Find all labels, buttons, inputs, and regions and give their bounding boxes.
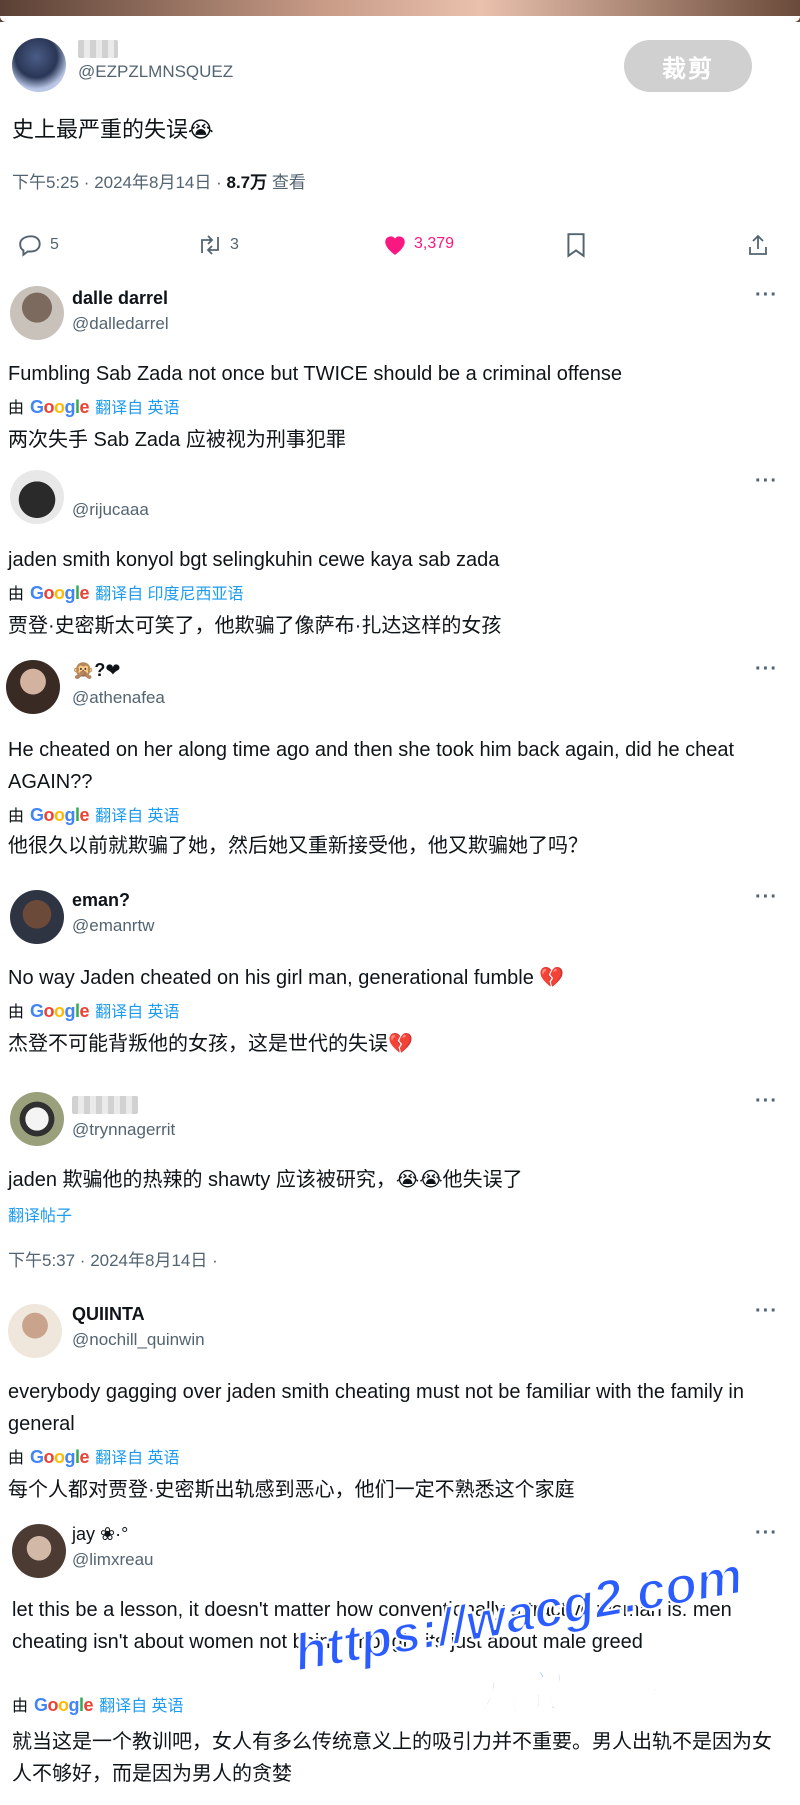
main-post: @EZPZLMNSQUEZ 裁剪 史上最严重的失误😭 下午5:25 · 2024… [0,32,800,272]
more-icon[interactable]: ··· [755,470,778,493]
reply-handle[interactable]: @dalledarrel [72,314,169,334]
reply-translation: 他很久以前就欺骗了她，然后她又重新接受他，他又欺骗她了吗？ [8,835,588,857]
user-handle[interactable]: @EZPZLMNSQUEZ [78,62,233,82]
google-translate-line: 由 Google 翻译自 英语 [12,1692,184,1716]
google-logo: Google [30,397,90,417]
reply-text: jaden smith konyol bgt selingkuhin cewe … [8,549,500,571]
reply-handle[interactable]: @emanrtw [72,916,154,936]
reply-text: He cheated on her along time ago and the… [8,739,735,793]
google-logo: Google [30,1447,90,1467]
translated-from[interactable]: 翻译自 英语 [95,998,179,1022]
translated-from[interactable]: 翻译自 英语 [99,1692,183,1716]
translate-by: 由 [8,1004,25,1021]
reply-handle[interactable]: @nochill_quinwin [72,1330,205,1350]
translate-post-link[interactable]: 翻译帖子 [8,1202,72,1226]
reply-item[interactable]: @rijucaaa ··· jaden smith konyol bgt sel… [0,470,800,640]
translate-by: 由 [8,400,25,417]
reply-time: 下午5:37 · 2024年8月14日 · [8,1251,218,1270]
view-label: 查看 [271,173,306,192]
post-time: 下午5:25 · 2024年8月14日 · [12,173,222,192]
google-translate-line: 由 Google 翻译自 英语 [8,394,180,418]
translated-from[interactable]: 翻译自 英语 [95,1444,179,1468]
reply-button[interactable]: 5 [18,232,59,258]
reply-name[interactable]: jay ❀·° [72,1524,128,1545]
avatar[interactable] [10,470,64,524]
google-logo: Google [30,1001,90,1021]
avatar[interactable] [12,1524,66,1578]
blurred-display-name [72,1096,138,1114]
google-translate-line: 由 Google 翻译自 英语 [8,802,180,826]
translate-by: 由 [8,586,25,603]
google-translate-line: 由 Google 翻译自 英语 [8,998,180,1022]
like-button[interactable]: 3,379 [382,232,454,256]
crop-button[interactable]: 裁剪 [624,40,752,92]
reply-item[interactable]: QUIINTA @nochill_quinwin ··· everybody g… [0,1300,800,1510]
reply-text: everybody gagging over jaden smith cheat… [8,1381,744,1435]
translate-by: 由 [12,1698,29,1715]
google-logo: Google [34,1695,94,1715]
top-photo-strip [0,0,800,22]
reply-item[interactable]: dalle darrel @dalledarrel ··· Fumbling S… [0,284,800,454]
post-meta: 下午5:25 · 2024年8月14日 · 8.7万 查看 [12,168,306,193]
reply-item[interactable]: @trynnagerrit ··· jaden 欺骗他的热辣的 shawty 应… [0,1090,800,1270]
share-button[interactable] [746,232,770,258]
repost-icon [201,235,219,255]
avatar[interactable] [10,286,64,340]
google-translate-line: 由 Google 翻译自 印度尼西亚语 [8,580,244,604]
more-icon[interactable]: ··· [755,886,778,909]
reply-handle[interactable]: @rijucaaa [72,500,149,520]
google-translate-line: 由 Google 翻译自 英语 [8,1444,180,1468]
reply-translation: 贾登·史密斯太可笑了，他欺骗了像萨布·扎达这样的女孩 [8,615,502,637]
reply-handle[interactable]: @athenafea [72,688,165,708]
reply-text: Fumbling Sab Zada not once but TWICE sho… [8,363,623,385]
more-icon[interactable]: ··· [755,1090,778,1113]
reply-icon [19,235,41,257]
translated-from[interactable]: 翻译自 英语 [95,802,179,826]
google-logo: Google [30,583,90,603]
reply-item[interactable]: 🙊?❤ @athenafea ··· He cheated on her alo… [0,658,800,868]
action-bar: 5 3 3,379 [0,232,800,272]
avatar[interactable] [6,660,60,714]
avatar[interactable] [8,1304,62,1358]
repost-count: 3 [230,236,239,253]
more-icon[interactable]: ··· [755,1300,778,1323]
reply-handle[interactable]: @trynnagerrit [72,1120,175,1140]
reply-translation: 两次失手 Sab Zada 应被视为刑事犯罪 [8,429,346,451]
avatar[interactable] [10,890,64,944]
reply-name[interactable]: 🙊?❤ [72,660,121,681]
reply-translation: 杰登不可能背叛他的女孩，这是世代的失误💔 [8,1033,413,1055]
avatar[interactable] [12,38,66,92]
more-icon[interactable]: ··· [755,284,778,307]
reply-count: 5 [50,236,59,253]
reply-translation: 每个人都对贾登·史密斯出轨感到恶心，他们一定不熟悉这个家庭 [8,1479,575,1501]
blurred-display-name [78,40,118,58]
view-count: 8.7万 [226,173,268,192]
bookmark-button[interactable] [565,232,587,258]
reply-name[interactable]: dalle darrel [72,288,168,309]
reply-text: jaden 欺骗他的热辣的 shawty 应该被研究，😭😭他失误了 [8,1169,523,1191]
reply-item[interactable]: eman? @emanrtw ··· No way Jaden cheated … [0,886,800,1056]
reply-name[interactable]: eman? [72,890,130,911]
translated-from[interactable]: 翻译自 英语 [95,394,179,418]
bookmark-icon [567,233,585,258]
like-count: 3,379 [414,235,455,252]
watermark-subtitle: 看完整版 [471,1646,663,1731]
post-text: 史上最严重的失误😭 [12,117,214,142]
translate-by: 由 [8,808,25,825]
heart-icon [385,236,405,255]
more-icon[interactable]: ··· [755,658,778,681]
translated-from[interactable]: 翻译自 印度尼西亚语 [95,580,243,604]
reply-text: No way Jaden cheated on his girl man, ge… [8,967,565,989]
share-icon [749,234,767,255]
google-logo: Google [30,805,90,825]
repost-button[interactable]: 3 [196,232,239,258]
translate-by: 由 [8,1450,25,1467]
avatar[interactable] [10,1092,64,1146]
reply-handle[interactable]: @limxreau [72,1550,154,1570]
reply-name[interactable]: QUIINTA [72,1304,145,1325]
